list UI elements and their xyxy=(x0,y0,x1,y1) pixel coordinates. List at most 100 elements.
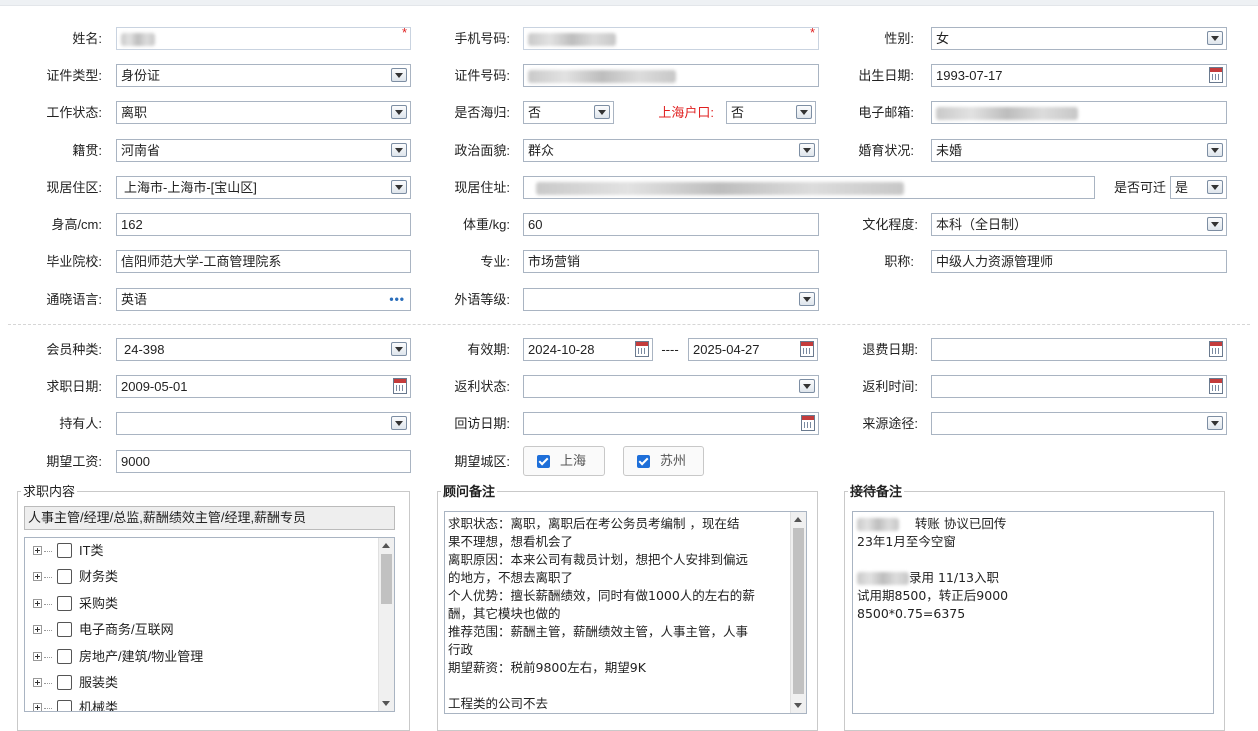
language-field[interactable]: 英语 ••• xyxy=(116,288,411,311)
reception-note-text: 录用 11/13入职 xyxy=(909,570,999,585)
chevron-down-icon[interactable] xyxy=(799,143,815,157)
scroll-thumb[interactable] xyxy=(793,528,804,694)
marital-label: 婚育状况: xyxy=(858,143,914,158)
calendar-icon[interactable] xyxy=(393,378,407,394)
scroll-up-icon[interactable] xyxy=(794,517,802,522)
id-type-select[interactable]: 身份证 xyxy=(116,64,411,87)
tree-item[interactable]: 电子商务/互联网 xyxy=(25,620,380,640)
major-field[interactable]: 市场营销 xyxy=(523,250,819,273)
expand-icon[interactable] xyxy=(33,546,42,555)
id-number-field[interactable] xyxy=(523,64,819,87)
chevron-down-icon[interactable] xyxy=(391,342,407,356)
calendar-icon[interactable] xyxy=(635,341,649,357)
chevron-down-icon[interactable] xyxy=(391,143,407,157)
name-field[interactable]: * xyxy=(116,27,411,50)
city-option-suzhou[interactable]: 苏州 xyxy=(623,446,704,476)
calendar-icon[interactable] xyxy=(1209,67,1223,83)
city-option-shanghai[interactable]: 上海 xyxy=(523,446,605,476)
checkbox-icon[interactable] xyxy=(57,622,72,637)
rebate-time-field[interactable] xyxy=(931,375,1227,398)
chevron-down-icon[interactable] xyxy=(391,180,407,194)
tree-item[interactable]: 财务类 xyxy=(25,567,380,587)
tree-item-label: 采购类 xyxy=(79,596,119,611)
marital-select[interactable]: 未婚 xyxy=(931,139,1227,162)
relocate-select[interactable]: 是 xyxy=(1170,176,1227,199)
shanghai-hukou-select[interactable]: 否 xyxy=(726,101,816,124)
expand-icon[interactable] xyxy=(33,625,42,634)
weight-field[interactable]: 60 xyxy=(523,213,819,236)
expand-icon[interactable] xyxy=(33,599,42,608)
scroll-down-icon[interactable] xyxy=(382,701,390,706)
chevron-down-icon[interactable] xyxy=(799,292,815,306)
expand-icon[interactable] xyxy=(33,652,42,661)
email-field[interactable] xyxy=(931,101,1227,124)
more-icon[interactable]: ••• xyxy=(389,289,405,310)
scroll-up-icon[interactable] xyxy=(382,543,390,548)
tree-item[interactable]: 房地产/建筑/物业管理 xyxy=(25,647,380,667)
calendar-icon[interactable] xyxy=(1209,378,1223,394)
chevron-down-icon[interactable] xyxy=(1207,416,1223,430)
gender-select[interactable]: 女 xyxy=(931,27,1227,50)
source-select[interactable] xyxy=(931,412,1227,435)
residence-area-select[interactable]: 上海市-上海市-[宝山区] xyxy=(116,176,411,199)
checkbox-checked-icon[interactable] xyxy=(537,455,550,468)
job-date-field[interactable]: 2009-05-01 xyxy=(116,375,411,398)
tree-scrollbar[interactable] xyxy=(378,538,394,711)
calendar-icon[interactable] xyxy=(800,341,814,357)
returnee-select[interactable]: 否 xyxy=(523,101,614,124)
rebate-time-label: 返利时间: xyxy=(862,379,918,394)
chevron-down-icon[interactable] xyxy=(1207,217,1223,231)
checkbox-icon[interactable] xyxy=(57,675,72,690)
native-place-select[interactable]: 河南省 xyxy=(116,139,411,162)
expand-icon[interactable] xyxy=(33,703,42,711)
notes-scrollbar[interactable] xyxy=(790,512,806,713)
calendar-icon[interactable] xyxy=(1209,341,1223,357)
political-select[interactable]: 群众 xyxy=(523,139,819,162)
title-field[interactable]: 中级人力资源管理师 xyxy=(931,250,1227,273)
holder-select[interactable] xyxy=(116,412,411,435)
scroll-down-icon[interactable] xyxy=(794,703,802,708)
validity-end-field[interactable]: 2025-04-27 xyxy=(688,338,818,361)
chevron-down-icon[interactable] xyxy=(594,105,610,119)
consultant-notes-textarea[interactable]: 求职状态：离职，离职后在考公务员考编制 ，现在结 果不理想，想看机会了 离职原因… xyxy=(444,511,807,714)
height-field[interactable]: 162 xyxy=(116,213,411,236)
chevron-down-icon[interactable] xyxy=(1207,31,1223,45)
birth-date-field[interactable]: 1993-07-17 xyxy=(931,64,1227,87)
chevron-down-icon[interactable] xyxy=(1207,180,1223,194)
salary-field[interactable]: 9000 xyxy=(116,450,411,473)
chevron-down-icon[interactable] xyxy=(1207,143,1223,157)
checkbox-checked-icon[interactable] xyxy=(637,455,650,468)
school-field[interactable]: 信阳师范大学-工商管理院系 xyxy=(116,250,411,273)
calendar-icon[interactable] xyxy=(801,415,815,431)
checkbox-icon[interactable] xyxy=(57,649,72,664)
rebate-status-select[interactable] xyxy=(523,375,819,398)
phone-field[interactable]: * xyxy=(523,27,819,50)
rebate-status-label: 返利状态: xyxy=(454,379,510,394)
checkbox-icon[interactable] xyxy=(57,596,72,611)
tree-item[interactable]: 采购类 xyxy=(25,594,380,614)
tree-item[interactable]: IT类 xyxy=(25,541,380,561)
scroll-thumb[interactable] xyxy=(381,554,392,604)
revisit-date-field[interactable] xyxy=(523,412,819,435)
chevron-down-icon[interactable] xyxy=(796,105,812,119)
redacted-address xyxy=(536,182,904,196)
chevron-down-icon[interactable] xyxy=(799,379,815,393)
checkbox-icon[interactable] xyxy=(57,543,72,558)
chevron-down-icon[interactable] xyxy=(391,105,407,119)
member-type-select[interactable]: 24-398 xyxy=(116,338,411,361)
refund-date-field[interactable] xyxy=(931,338,1227,361)
work-status-select[interactable]: 离职 xyxy=(116,101,411,124)
expand-icon[interactable] xyxy=(33,572,42,581)
residence-address-field[interactable] xyxy=(523,176,1095,199)
chevron-down-icon[interactable] xyxy=(391,416,407,430)
validity-start-field[interactable]: 2024-10-28 xyxy=(523,338,653,361)
chevron-down-icon[interactable] xyxy=(391,68,407,82)
reception-notes-textarea[interactable]: 转账 协议已回传 23年1月至今空窗 录用 11/13入职 试用期8500，转正… xyxy=(852,511,1214,714)
education-select[interactable]: 本科（全日制） xyxy=(931,213,1227,236)
tree-item[interactable]: 服装类 xyxy=(25,673,380,693)
checkbox-icon[interactable] xyxy=(57,569,72,584)
tree-item[interactable]: 机械类 xyxy=(25,698,380,711)
expand-icon[interactable] xyxy=(33,678,42,687)
foreign-level-select[interactable] xyxy=(523,288,819,311)
checkbox-icon[interactable] xyxy=(57,700,72,711)
